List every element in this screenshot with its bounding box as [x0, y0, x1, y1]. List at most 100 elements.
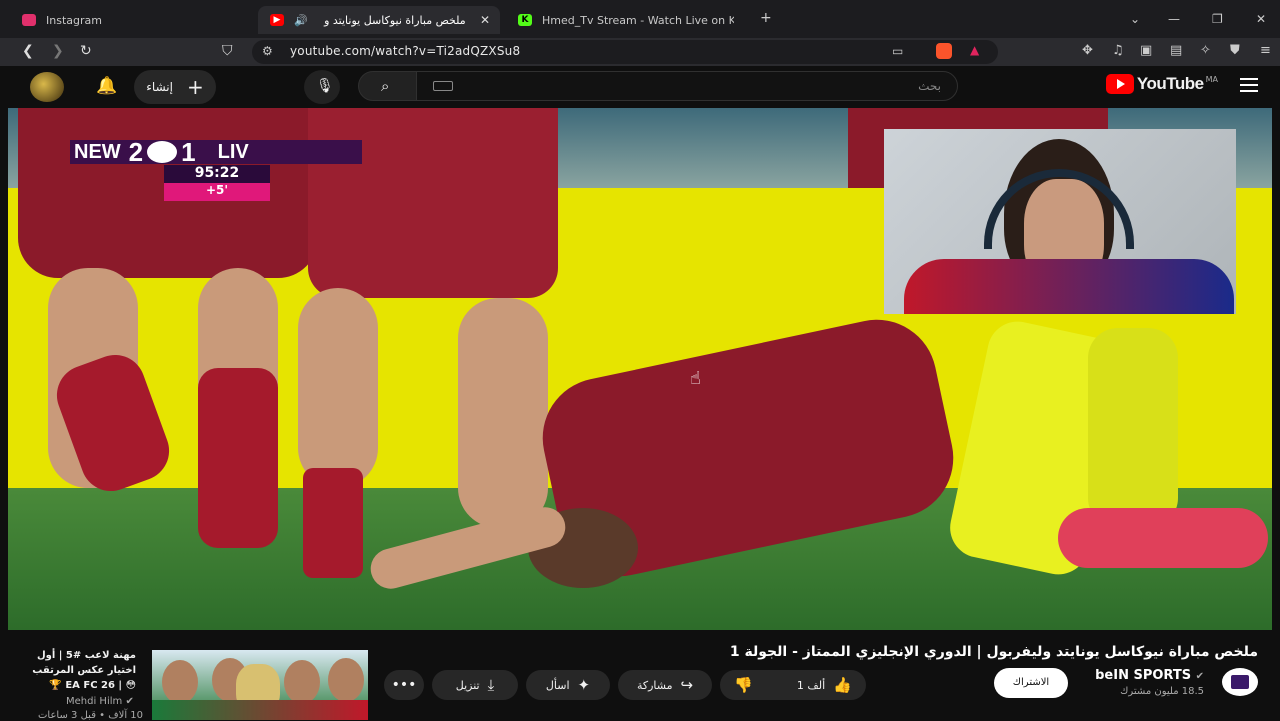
- subscribe-button[interactable]: الاشتراك: [994, 668, 1068, 698]
- account-avatar[interactable]: [30, 72, 64, 102]
- minimize-icon[interactable]: —: [1168, 12, 1180, 26]
- cast-icon[interactable]: ▭: [892, 44, 903, 58]
- search-input[interactable]: بحث: [416, 71, 958, 101]
- added-time: +5': [164, 183, 270, 201]
- premier-league-logo: [147, 141, 178, 163]
- address-bar: ❮ ❯ ↻ ⛉ ⚙ youtube.com/watch?v=Ti2adQZXSu…: [0, 38, 1280, 66]
- site-info-icon[interactable]: ⚙: [262, 44, 273, 58]
- create-button[interactable]: إنشاء +: [134, 70, 216, 104]
- close-window-icon[interactable]: ✕: [1256, 12, 1266, 26]
- youtube-wordmark: YouTube: [1136, 74, 1204, 93]
- recommended-video-title[interactable]: مهنة لاعب #5 | أول اختيار عكس المرتقب 😳 …: [24, 648, 136, 693]
- tab-youtube[interactable]: ▶ 🔊 ملخص مباراة نيوكاسل يونايتد و ✕: [258, 6, 500, 34]
- player-shorts: [308, 108, 558, 298]
- tab-label: Instagram: [46, 13, 102, 27]
- create-label: إنشاء: [146, 80, 173, 94]
- more-actions-button[interactable]: •••: [384, 670, 424, 700]
- search-button[interactable]: ⌕: [358, 71, 418, 101]
- tab-label: Hmed_Tv Stream - Watch Live on Kick: [542, 13, 734, 27]
- download-button[interactable]: تنزيل ⤓: [432, 670, 518, 700]
- notifications-icon[interactable]: 🔔: [96, 76, 117, 96]
- video-title: ملخص مباراة نيوكاسل يونايتد وليفربول | ا…: [729, 644, 1258, 660]
- country-code: MA: [1205, 74, 1218, 84]
- download-label: تنزيل: [455, 678, 480, 692]
- thumbnail-shirts: [152, 700, 368, 720]
- thumbnail-face: [284, 660, 320, 704]
- ask-label: اسأل: [545, 678, 570, 692]
- cursor-icon: ☝: [690, 368, 701, 389]
- tab-kick[interactable]: K Hmed_Tv Stream - Watch Live on Kick: [506, 6, 756, 34]
- plus-icon: +: [186, 75, 204, 99]
- player-boot: [1058, 508, 1268, 568]
- headset-icon: [984, 169, 1134, 249]
- recommended-channel[interactable]: Mehdi Hilm ✔: [66, 696, 134, 707]
- tab-search-icon[interactable]: ⌄: [1130, 12, 1140, 26]
- match-clock: 95:22: [164, 165, 270, 183]
- search-icon: ⌕: [381, 77, 390, 95]
- share-button[interactable]: مشاركة ↪: [618, 670, 712, 700]
- scorebug: NEW 2 1 LIV: [70, 137, 362, 167]
- microphone-icon: 🎙: [316, 78, 334, 94]
- share-icon: ↪: [680, 676, 694, 694]
- kick-icon: K: [518, 14, 532, 26]
- back-icon[interactable]: ❮: [22, 43, 34, 59]
- menu-icon[interactable]: ≡: [1260, 43, 1271, 58]
- reload-icon[interactable]: ↻: [80, 43, 92, 59]
- youtube-icon: ▶: [270, 14, 284, 26]
- restore-icon[interactable]: ❐: [1212, 12, 1223, 26]
- streamer-shirt: [904, 259, 1234, 314]
- new-tab-icon[interactable]: +: [760, 10, 772, 26]
- extensions-icon[interactable]: ✥: [1082, 43, 1093, 58]
- search-placeholder: بحث: [918, 79, 941, 93]
- ask-button[interactable]: اسأل ✦: [526, 670, 610, 700]
- voice-search-button[interactable]: 🎙: [304, 70, 340, 104]
- away-team: LIV: [217, 140, 249, 163]
- instagram-icon: [22, 14, 36, 26]
- verified-icon: ✔: [1195, 671, 1204, 682]
- guide-menu-icon[interactable]: [1240, 78, 1258, 92]
- verified-icon: ✔: [125, 696, 134, 707]
- audio-playing-icon[interactable]: 🔊: [294, 14, 308, 27]
- referee-leg: [1088, 328, 1178, 528]
- thumbnail-face: [328, 658, 364, 702]
- sparkle-icon: ✦: [577, 676, 591, 694]
- forward-icon[interactable]: ❯: [52, 43, 64, 59]
- brave-shield-icon[interactable]: [936, 43, 952, 59]
- thumbnail-face: [162, 660, 198, 704]
- like-dislike-group: 👎 1 ألف 👍: [720, 670, 866, 700]
- sidebar-icon[interactable]: ▣: [1140, 43, 1152, 58]
- wallet-icon[interactable]: ▤: [1170, 43, 1182, 58]
- recommended-meta: 10 آلاف • قبل 3 ساعات: [38, 710, 144, 721]
- webcam-overlay: [884, 129, 1236, 314]
- like-count[interactable]: 1 ألف: [797, 679, 825, 692]
- browser-tab-bar: Instagram ▶ 🔊 ملخص مباراة نيوكاسل يونايت…: [0, 0, 1280, 38]
- player-leg: [458, 298, 548, 528]
- keyboard-icon[interactable]: [433, 81, 453, 91]
- youtube-play-icon: [1105, 74, 1134, 94]
- like-icon[interactable]: 👍: [833, 676, 852, 694]
- dislike-button[interactable]: 👎: [734, 676, 753, 694]
- player-sock: [303, 468, 363, 578]
- media-icon[interactable]: ♫: [1112, 43, 1124, 58]
- bookmark-icon[interactable]: ⛉: [222, 43, 233, 59]
- close-icon[interactable]: ✕: [480, 13, 490, 27]
- channel-name[interactable]: beIN SPORTS ✔: [1095, 668, 1204, 683]
- vpn-icon[interactable]: ⛊: [1230, 43, 1240, 58]
- channel-avatar[interactable]: [1222, 668, 1258, 696]
- url-field[interactable]: ⚙ youtube.com/watch?v=Ti2adQZXSu8 ▭ ▲: [252, 40, 998, 64]
- home-score: 2: [128, 136, 144, 167]
- more-icon: •••: [391, 677, 417, 693]
- leo-icon[interactable]: ✧: [1200, 43, 1211, 58]
- youtube-logo[interactable]: YouTube MA: [1105, 74, 1218, 94]
- rewards-icon[interactable]: ▲: [970, 43, 979, 57]
- tab-instagram[interactable]: Instagram: [10, 6, 250, 34]
- home-team: NEW: [74, 140, 121, 163]
- player-sock: [198, 368, 278, 548]
- youtube-header: 🔔 إنشاء + 🎙 ⌕ بحث YouTube MA: [0, 66, 1280, 108]
- url-text: youtube.com/watch?v=Ti2adQZXSu8: [290, 44, 521, 58]
- player-leg: [298, 288, 378, 488]
- share-label: مشاركة: [636, 678, 673, 692]
- away-score: 1: [181, 136, 196, 167]
- recommended-video-thumbnail[interactable]: [152, 650, 368, 720]
- subscriber-count: 18.5 مليون مشترك: [1120, 686, 1204, 697]
